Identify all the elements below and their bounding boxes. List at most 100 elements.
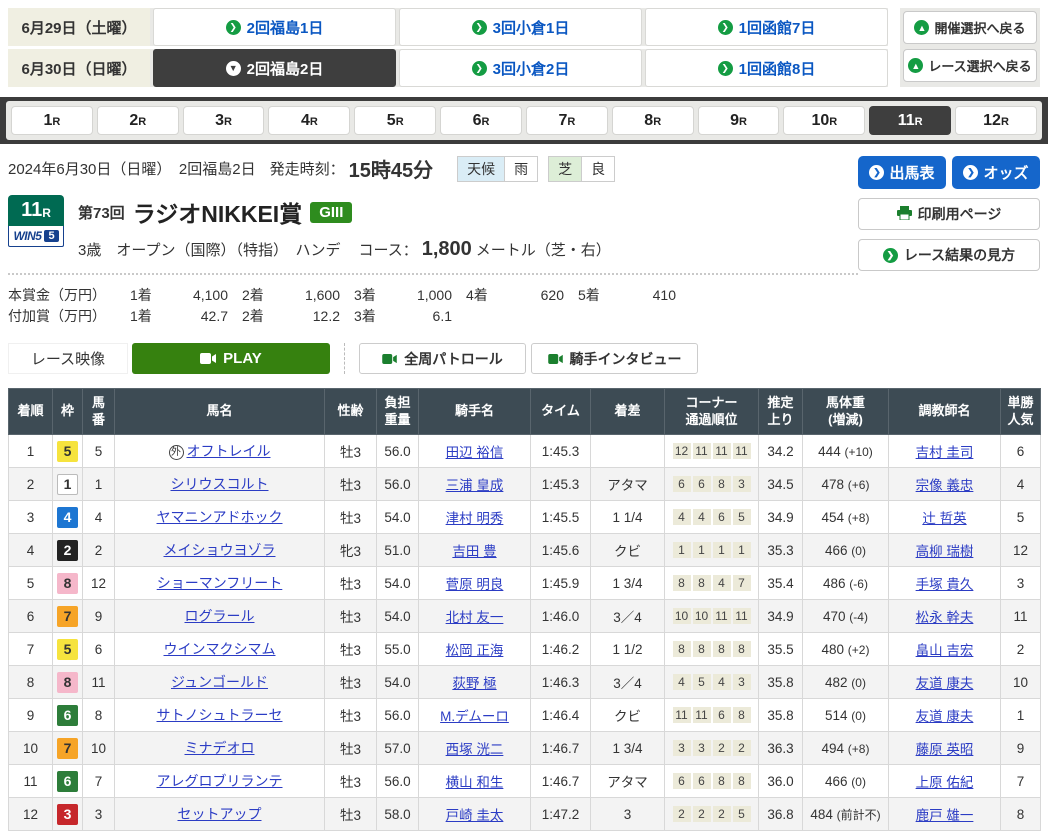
horse-name-link[interactable]: オフトレイル bbox=[187, 443, 271, 459]
trainer-link[interactable]: 藤原 英昭 bbox=[916, 742, 974, 757]
jockey-interview-button[interactable]: 騎手インタビュー bbox=[531, 343, 698, 374]
corner-position: 11 bbox=[713, 443, 731, 459]
race-tab-number: 12 bbox=[983, 112, 1001, 130]
race-title: ラジオNIKKEI賞 bbox=[133, 195, 303, 229]
trainer-link[interactable]: 手塚 貴久 bbox=[916, 577, 974, 592]
trainer-link[interactable]: 松永 幹夫 bbox=[916, 610, 974, 625]
trainer-link[interactable]: 友道 康夫 bbox=[916, 709, 974, 724]
race-tab-5r[interactable]: 5R bbox=[354, 106, 436, 135]
jockey-link[interactable]: 北村 友一 bbox=[446, 610, 504, 625]
venue-link[interactable]: ❯1回函館7日 bbox=[645, 8, 888, 46]
venue-link[interactable]: ❯1回函館8日 bbox=[645, 49, 888, 87]
horse-name-link[interactable]: アレグロブリランテ bbox=[157, 773, 283, 789]
horse-name-link[interactable]: シリウスコルト bbox=[171, 476, 269, 492]
last-3f-time: 34.2 bbox=[759, 435, 803, 468]
trainer-cell: 辻 哲英 bbox=[889, 501, 1001, 534]
body-weight: 444 bbox=[818, 444, 844, 459]
trainer-cell: 手塚 貴久 bbox=[889, 567, 1001, 600]
jockey-link[interactable]: 荻野 極 bbox=[452, 676, 496, 691]
body-weight-cell: 486 (-6) bbox=[803, 567, 889, 600]
bracket-number-badge: 4 bbox=[57, 507, 78, 528]
trainer-link[interactable]: 友道 康夫 bbox=[916, 676, 974, 691]
horse-name-link[interactable]: サトノシュトラーセ bbox=[157, 707, 283, 723]
trainer-link[interactable]: 辻 哲英 bbox=[922, 511, 966, 526]
jockey-link[interactable]: 横山 和生 bbox=[446, 775, 504, 790]
margin: 3／4 bbox=[591, 666, 665, 699]
horse-name-link[interactable]: セットアップ bbox=[178, 806, 262, 822]
venue-link[interactable]: ❯3回小倉2日 bbox=[399, 49, 642, 87]
results-header-cell: 騎手名 bbox=[419, 389, 531, 435]
jockey-link[interactable]: 松岡 正海 bbox=[446, 643, 504, 658]
trainer-cell: 鹿戸 雄一 bbox=[889, 798, 1001, 831]
horse-name-link[interactable]: ヤマニンアドホック bbox=[157, 509, 283, 525]
jockey-link[interactable]: 津村 明秀 bbox=[446, 511, 504, 526]
body-weight: 514 bbox=[825, 708, 851, 723]
jockey-link[interactable]: M.デムーロ bbox=[440, 709, 509, 724]
race-tab-9r[interactable]: 9R bbox=[698, 106, 780, 135]
horse-name-link[interactable]: ミナデオロ bbox=[185, 740, 255, 756]
bracket-cell: 5 bbox=[53, 633, 83, 666]
race-tab-11r[interactable]: 11R bbox=[869, 106, 951, 135]
race-tab-suffix: R bbox=[653, 116, 661, 128]
trainer-link[interactable]: 高柳 瑞樹 bbox=[916, 544, 974, 559]
corner-position: 4 bbox=[673, 509, 691, 525]
jockey-link[interactable]: 田辺 裕信 bbox=[446, 445, 504, 460]
finish-position: 8 bbox=[9, 666, 53, 699]
back-to-meeting-button[interactable]: ▲開催選択へ戻る bbox=[903, 11, 1037, 44]
trainer-link[interactable]: 宗像 義忠 bbox=[916, 478, 974, 493]
race-tab-4r[interactable]: 4R bbox=[268, 106, 350, 135]
race-tab-12r[interactable]: 12R bbox=[955, 106, 1037, 135]
venue-link[interactable]: ▼2回福島2日 bbox=[153, 49, 396, 87]
jockey-link[interactable]: 三浦 皇成 bbox=[446, 478, 504, 493]
race-tab-10r[interactable]: 10R bbox=[783, 106, 865, 135]
last-3f-time: 34.9 bbox=[759, 501, 803, 534]
race-tab-7r[interactable]: 7R bbox=[526, 106, 608, 135]
horse-name-link[interactable]: ログラール bbox=[185, 608, 255, 624]
jockey-link[interactable]: 菅原 明良 bbox=[446, 577, 504, 592]
prize-item: 3着1,000 bbox=[340, 285, 452, 306]
print-page-button[interactable]: 印刷用ページ bbox=[858, 198, 1040, 230]
race-tab-3r[interactable]: 3R bbox=[183, 106, 265, 135]
race-tab-2r[interactable]: 2R bbox=[97, 106, 179, 135]
corner-position: 5 bbox=[693, 674, 711, 690]
race-tab-suffix: R bbox=[396, 116, 404, 128]
entries-button[interactable]: ❯ 出馬表 bbox=[858, 156, 946, 189]
jockey-link[interactable]: 戸崎 圭太 bbox=[446, 808, 504, 823]
results-guide-button[interactable]: ❯ レース結果の見方 bbox=[858, 239, 1040, 271]
finish-time: 1:46.7 bbox=[531, 765, 591, 798]
corner-position: 6 bbox=[693, 773, 711, 789]
corner-position: 2 bbox=[713, 806, 731, 822]
jockey-link[interactable]: 西塚 洸二 bbox=[446, 742, 504, 757]
race-number-column: 11R WIN5 5 bbox=[8, 195, 64, 247]
trainer-link[interactable]: 吉村 圭司 bbox=[916, 445, 974, 460]
patrol-video-button[interactable]: 全周パトロール bbox=[359, 343, 526, 374]
horse-name-link[interactable]: ウインマクシマム bbox=[164, 641, 276, 657]
jockey-link[interactable]: 吉田 豊 bbox=[452, 544, 496, 559]
trainer-link[interactable]: 上原 佑紀 bbox=[916, 775, 974, 790]
horse-name-link[interactable]: ジュンゴールド bbox=[171, 674, 268, 690]
horse-name-link[interactable]: ショーマンフリート bbox=[157, 575, 283, 591]
race-tab-8r[interactable]: 8R bbox=[612, 106, 694, 135]
corner-position: 8 bbox=[693, 641, 711, 657]
finish-position: 4 bbox=[9, 534, 53, 567]
chevron-up-circle-icon: ▲ bbox=[908, 58, 923, 73]
prize-place: 4着 bbox=[466, 285, 508, 306]
body-weight: 484 bbox=[810, 807, 836, 822]
race-tab-6r[interactable]: 6R bbox=[440, 106, 522, 135]
venue-link[interactable]: ❯2回福島1日 bbox=[153, 8, 396, 46]
play-button[interactable]: PLAY bbox=[132, 343, 330, 374]
venue-link[interactable]: ❯3回小倉1日 bbox=[399, 8, 642, 46]
race-tab-1r[interactable]: 1R bbox=[11, 106, 93, 135]
odds-button[interactable]: ❯ オッズ bbox=[952, 156, 1040, 189]
carried-weight: 51.0 bbox=[377, 534, 419, 567]
horse-name-link[interactable]: メイショウヨゾラ bbox=[164, 542, 276, 558]
finish-position: 7 bbox=[9, 633, 53, 666]
venue-link-label: 3回小倉1日 bbox=[493, 17, 570, 38]
horse-number: 7 bbox=[83, 765, 115, 798]
carried-weight: 55.0 bbox=[377, 633, 419, 666]
trainer-link[interactable]: 鹿戸 雄一 bbox=[916, 808, 974, 823]
margin: アタマ bbox=[591, 468, 665, 501]
back-to-race-select-button[interactable]: ▲レース選択へ戻る bbox=[903, 49, 1037, 82]
bracket-number-badge: 5 bbox=[57, 441, 78, 462]
trainer-link[interactable]: 畠山 吉宏 bbox=[916, 643, 974, 658]
